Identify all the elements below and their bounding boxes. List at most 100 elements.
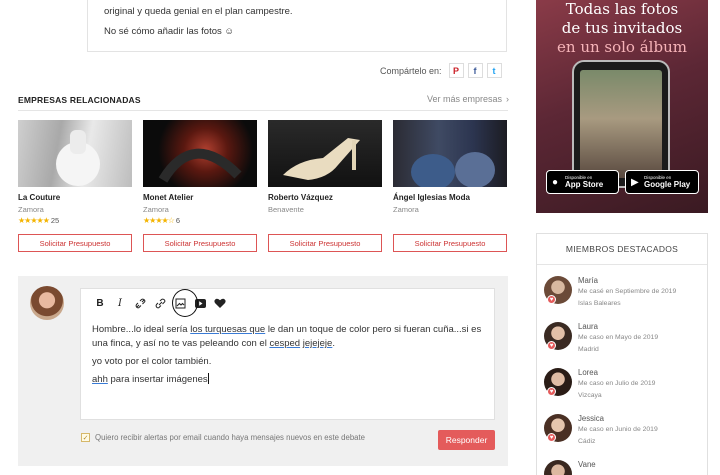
share-label: Compártelo en:	[380, 65, 442, 76]
app-store-button[interactable]: ● Disponible en App Store	[546, 170, 619, 194]
vendor-rating: ★★★★☆ 6	[143, 216, 257, 225]
spellcheck-word: jejejeje	[302, 338, 333, 349]
ad-line: Todas las fotos	[565, 0, 679, 18]
ad-banner[interactable]: Todas las fotos de tus invitados en un s…	[536, 0, 708, 213]
heart-badge-icon: ♥	[547, 295, 556, 304]
editor-paragraph: ahh para insertar imágenes	[92, 373, 487, 387]
vendor-card[interactable]: Ángel Iglesias Moda Zamora Solicitar Pre…	[393, 120, 507, 252]
vendor-photo[interactable]	[268, 120, 382, 187]
reply-button[interactable]: Responder	[438, 430, 495, 450]
unlink-icon[interactable]	[130, 295, 150, 311]
facebook-share-button[interactable]: f	[467, 63, 483, 78]
store-big-label: App Store	[565, 180, 604, 189]
pinterest-share-button[interactable]: P	[448, 63, 464, 78]
vendor-location: Zamora	[18, 205, 44, 214]
ad-line: de tus invitados	[561, 19, 683, 37]
avatar[interactable]	[544, 460, 572, 475]
review-count: 6	[175, 216, 181, 225]
text-run: .	[332, 338, 335, 349]
editor-paragraph: yo voto por el color también.	[92, 356, 212, 367]
member-name[interactable]: Vane	[578, 460, 596, 469]
text-run: Hombre...lo ideal sería	[92, 324, 191, 335]
vendor-card[interactable]: Roberto Vázquez Benavente Solicitar Pres…	[268, 120, 382, 252]
bold-icon[interactable]: B	[90, 295, 110, 311]
email-alert-option[interactable]: ✓ Quiero recibir alertas por email cuand…	[81, 433, 365, 442]
member-location: Islas Baleares	[578, 300, 621, 307]
ad-headline: Todas las fotos de tus invitados en un s…	[536, 0, 708, 57]
more-vendors-label: Ver más empresas	[427, 94, 503, 104]
vendor-rating: ★★★★★ 25	[18, 216, 132, 225]
spellcheck-word: ahh	[92, 374, 108, 385]
alert-checkbox[interactable]: ✓	[81, 433, 90, 442]
post-line: No sé cómo añadir las fotos ☺	[104, 26, 235, 37]
comment-composer: B I Hombre...lo ideal sería los turquesa…	[18, 276, 508, 466]
italic-icon[interactable]: I	[110, 295, 130, 311]
text-run: para insertar imágenes	[107, 374, 208, 385]
vendor-card[interactable]: Monet Atelier Zamora ★★★★☆ 6 Solicitar P…	[143, 120, 257, 252]
request-quote-button[interactable]: Solicitar Presupuesto	[268, 234, 382, 252]
rich-text-editor[interactable]: B I Hombre...lo ideal sería los turquesa…	[80, 288, 495, 420]
vendor-photo[interactable]	[143, 120, 257, 187]
link-icon[interactable]	[150, 295, 170, 311]
editor-content[interactable]: Hombre...lo ideal sería los turquesas qu…	[92, 323, 487, 391]
vendor-location: Zamora	[393, 205, 419, 214]
store-big-label: Google Play	[644, 180, 691, 189]
member-wedding-date: Me caso en Junio de 2019	[578, 426, 658, 433]
heart-badge-icon: ♥	[547, 433, 556, 442]
twitter-share-button[interactable]: t	[486, 63, 502, 78]
vendor-photo[interactable]	[18, 120, 132, 187]
member-location: Cádiz	[578, 438, 596, 445]
chevron-right-icon: ›	[506, 94, 510, 104]
spellcheck-word: los turquesas que	[190, 324, 266, 335]
google-play-icon: ▶	[631, 177, 639, 188]
divider	[18, 110, 508, 111]
dress-illustration	[56, 130, 100, 186]
member-name[interactable]: Lorea	[578, 368, 598, 377]
phone-screen-photo	[580, 70, 662, 178]
vendor-name[interactable]: Monet Atelier	[143, 193, 257, 202]
phone-mockup	[572, 60, 670, 188]
editor-toolbar: B I	[90, 289, 230, 317]
share-bar: Compártelo en: P f t	[380, 63, 502, 78]
editor-paragraph: Hombre...lo ideal sería los turquesas qu…	[92, 323, 487, 351]
member-wedding-date: Me casé en Septiembre de 2019	[578, 288, 677, 295]
google-play-button[interactable]: ▶ Disponible en Google Play	[625, 170, 699, 194]
heart-badge-icon: ♥	[547, 341, 556, 350]
members-title: MIEMBROS DESTACADOS	[537, 234, 707, 265]
post-content: original y queda genial en el plan campe…	[87, 0, 507, 52]
spellcheck-word: cesped	[269, 338, 301, 349]
star-rating-icon: ★★★★☆	[143, 216, 175, 225]
member-name[interactable]: Jessica	[578, 414, 604, 423]
vendor-location: Benavente	[268, 205, 304, 214]
avatar	[30, 286, 64, 320]
heart-badge-icon: ♥	[547, 387, 556, 396]
review-count: 25	[50, 216, 60, 225]
highlight-circle	[172, 289, 198, 317]
member-location: Madrid	[578, 346, 599, 353]
more-vendors-link[interactable]: Ver más empresas ›	[427, 94, 509, 104]
request-quote-button[interactable]: Solicitar Presupuesto	[18, 234, 132, 252]
ad-line: en un solo álbum	[557, 38, 687, 56]
vendor-card[interactable]: La Couture Zamora ★★★★★ 25 Solicitar Pre…	[18, 120, 132, 252]
vendor-name[interactable]: La Couture	[18, 193, 132, 202]
member-name[interactable]: Laura	[578, 322, 598, 331]
request-quote-button[interactable]: Solicitar Presupuesto	[393, 234, 507, 252]
vendor-name[interactable]: Ángel Iglesias Moda	[393, 193, 507, 202]
request-quote-button[interactable]: Solicitar Presupuesto	[143, 234, 257, 252]
vendor-name[interactable]: Roberto Vázquez	[268, 193, 382, 202]
vendor-photo[interactable]	[393, 120, 507, 187]
member-wedding-date: Me caso en Mayo de 2019	[578, 334, 659, 341]
apple-icon: ●	[552, 177, 559, 188]
fabric-illustration	[158, 148, 242, 183]
member-name[interactable]: María	[578, 276, 598, 285]
star-rating-icon: ★★★★★	[18, 216, 50, 225]
member-location: Vizcaya	[578, 392, 602, 399]
gowns-illustration	[411, 152, 495, 187]
post-line: original y queda genial en el plan campe…	[104, 6, 293, 17]
heart-icon[interactable]	[210, 295, 230, 311]
related-section-title: EMPRESAS RELACIONADAS	[18, 95, 141, 105]
member-wedding-date: Me caso en Julio de 2019	[578, 380, 656, 387]
shoe-illustration	[283, 138, 360, 180]
vendor-location: Zamora	[143, 205, 169, 214]
alert-label: Quiero recibir alertas por email cuando …	[95, 433, 366, 442]
